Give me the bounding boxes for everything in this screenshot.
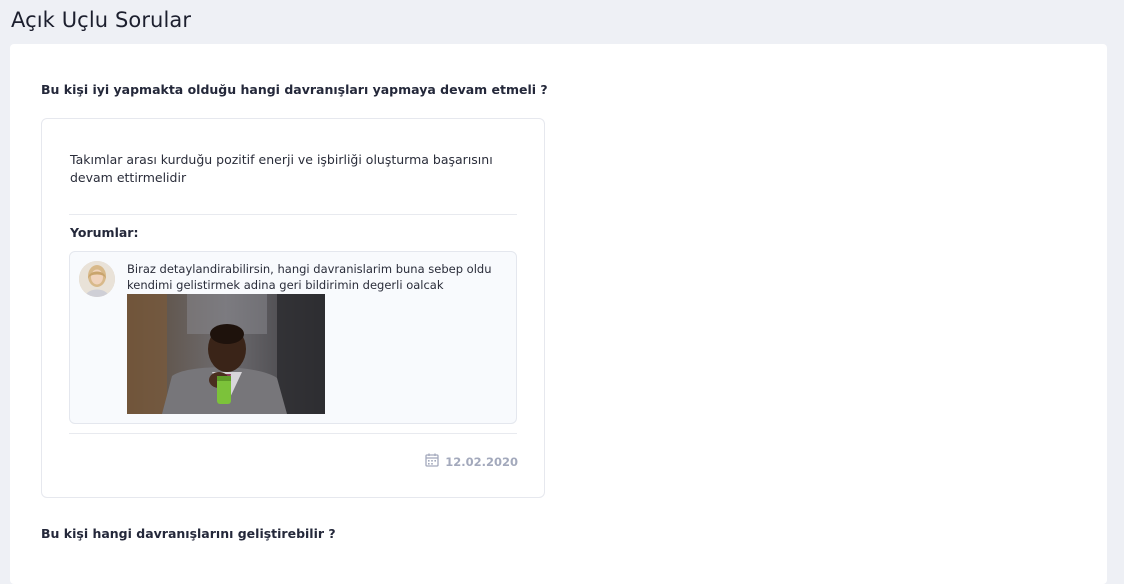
date-text: 12.02.2020 [445,454,518,469]
comment-item: Biraz detaylandirabilirsin, hangi davran… [69,251,517,424]
avatar[interactable] [79,261,115,297]
comment-image[interactable] [127,294,325,414]
avatar-image [79,261,115,297]
answer-card: Takımlar arası kurduğu pozitif enerji ve… [41,118,545,498]
question-title: Bu kişi hangi davranışlarını geliştirebi… [41,526,336,541]
divider [69,214,517,215]
calendar-icon [425,452,439,471]
comment-gif [127,294,325,414]
divider [69,433,517,434]
comment-date: 12.02.2020 [425,452,518,471]
page-title: Açık Uçlu Sorular [11,8,192,32]
question-title: Bu kişi iyi yapmakta olduğu hangi davran… [41,82,548,97]
questions-panel: Bu kişi iyi yapmakta olduğu hangi davran… [10,44,1107,584]
answer-text: Takımlar arası kurduğu pozitif enerji ve… [70,152,493,185]
comment-text: Biraz detaylandirabilirsin, hangi davran… [127,262,492,292]
comments-label: Yorumlar: [70,225,139,240]
